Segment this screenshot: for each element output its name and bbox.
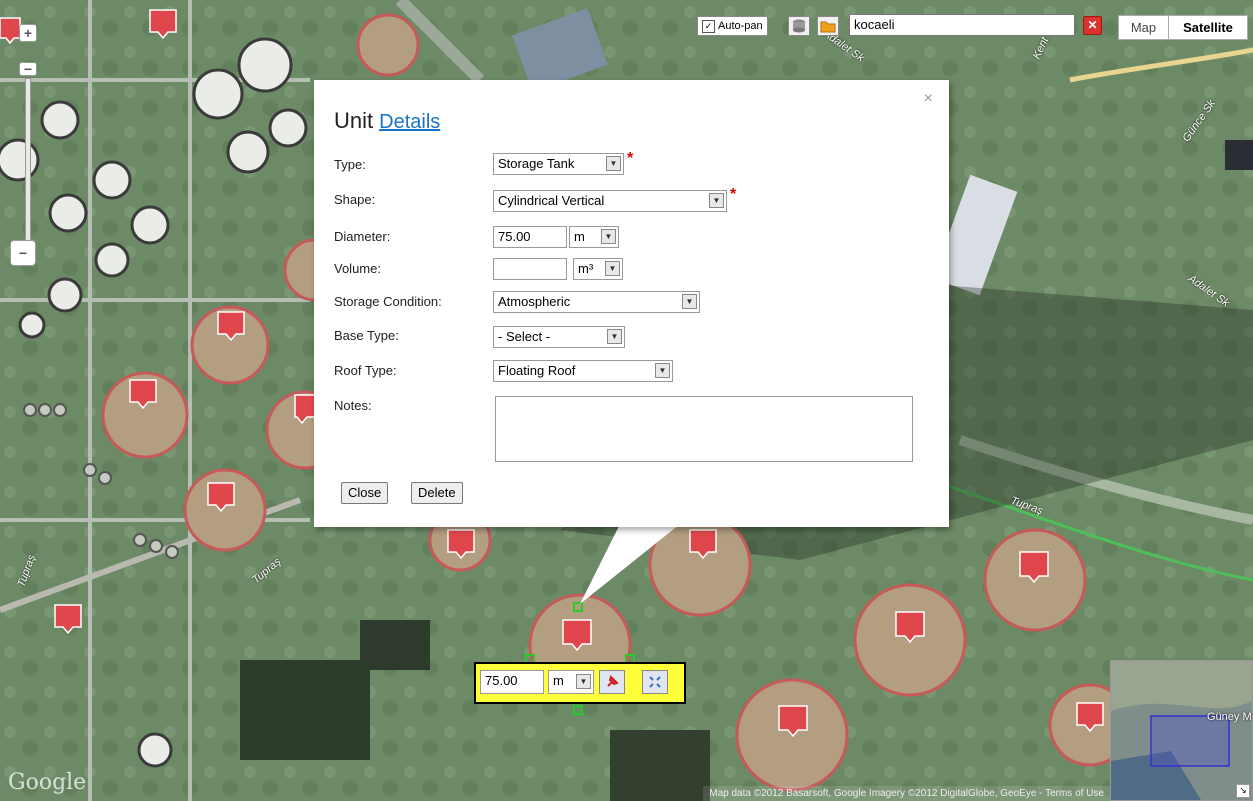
autopan-checkbox[interactable]: ✓: [702, 19, 715, 33]
collapse-button[interactable]: [642, 670, 668, 694]
measurement-toolbar: 75.00 m ▼: [474, 662, 686, 704]
dialog-title: Unit Details: [334, 108, 440, 134]
chevron-down-icon: ▼: [655, 363, 670, 378]
map-attribution[interactable]: Map data ©2012 Basarsoft, Google Imagery…: [703, 786, 1110, 801]
database-icon: [793, 19, 805, 33]
overview-map[interactable]: Güney M ↘: [1110, 660, 1253, 801]
chevron-down-icon: ▼: [607, 329, 622, 344]
zoom-slider[interactable]: [25, 78, 31, 258]
street-label: Güney M: [1207, 711, 1252, 723]
close-icon[interactable]: ×: [924, 90, 933, 108]
zoom-out-small-button[interactable]: −: [19, 62, 37, 76]
base-type-value: - Select -: [498, 329, 551, 344]
map-type-map-button[interactable]: Map: [1118, 15, 1169, 40]
unit-details-dialog: × Unit Details Type: Storage Tank ▼ * Sha…: [314, 80, 949, 527]
delete-button[interactable]: Delete: [411, 482, 463, 504]
measure-unit-select[interactable]: m ▼: [548, 670, 594, 694]
type-select[interactable]: Storage Tank ▼: [493, 153, 624, 175]
pin-button[interactable]: [599, 670, 625, 694]
required-marker: *: [627, 150, 634, 167]
chevron-down-icon: ▼: [682, 294, 697, 309]
map-type-satellite-button[interactable]: Satellite: [1168, 15, 1248, 40]
collapse-overview-icon[interactable]: ↘: [1236, 784, 1250, 798]
base-type-label: Base Type:: [334, 328, 399, 343]
volume-label: Volume:: [334, 261, 381, 276]
folder-icon: [820, 21, 836, 33]
satellite-map[interactable]: Adalet Sk Kent Sk Günce Sk Adalet Sk Tup…: [0, 0, 1253, 801]
collapse-icon: [649, 676, 661, 688]
storage-condition-label: Storage Condition:: [334, 294, 442, 309]
volume-unit-select[interactable]: m³ ▼: [573, 258, 623, 280]
shape-label: Shape:: [334, 192, 376, 207]
shape-select-value: Cylindrical Vertical: [498, 193, 605, 208]
chevron-down-icon: ▼: [576, 674, 591, 689]
roof-type-select[interactable]: Floating Roof ▼: [493, 360, 673, 382]
type-label: Type:: [334, 157, 366, 172]
notes-label: Notes:: [334, 398, 372, 413]
notes-textarea[interactable]: [495, 396, 913, 462]
location-search-input[interactable]: kocaeli: [849, 14, 1075, 36]
zoom-slider-handle[interactable]: −: [10, 240, 36, 266]
clear-search-button[interactable]: ✕: [1083, 16, 1102, 35]
pin-icon: [607, 675, 619, 687]
infowindow-pointer: [580, 524, 680, 604]
roof-type-value: Floating Roof: [498, 363, 576, 378]
diameter-unit-value: m: [574, 229, 585, 244]
shape-select[interactable]: Cylindrical Vertical ▼: [493, 190, 727, 212]
google-logo: Google: [8, 770, 87, 795]
chevron-down-icon: ▼: [605, 261, 620, 276]
open-folder-button[interactable]: [817, 16, 839, 36]
volume-input[interactable]: [493, 258, 567, 280]
diameter-unit-select[interactable]: m ▼: [569, 226, 619, 248]
dialog-title-text: Unit: [334, 108, 374, 133]
diameter-input[interactable]: 75.00: [493, 226, 567, 248]
zoom-in-button[interactable]: +: [19, 24, 37, 42]
volume-unit-value: m³: [578, 261, 594, 276]
diameter-label: Diameter:: [334, 229, 391, 244]
chevron-down-icon: ▼: [601, 229, 616, 244]
chevron-down-icon: ▼: [606, 156, 621, 171]
close-button[interactable]: Close: [341, 482, 389, 504]
overview-imagery: [1111, 661, 1252, 800]
measure-unit-value: m: [553, 673, 564, 688]
autopan-toggle[interactable]: ✓ Auto-pan: [697, 16, 768, 36]
autopan-label: Auto-pan: [718, 20, 763, 32]
base-type-select[interactable]: - Select - ▼: [493, 326, 625, 348]
roof-type-label: Roof Type:: [334, 363, 397, 378]
required-marker: *: [730, 186, 737, 203]
storage-condition-value: Atmospheric: [498, 294, 571, 309]
measure-value-input[interactable]: 75.00: [480, 670, 544, 694]
type-select-value: Storage Tank: [498, 156, 575, 171]
details-link[interactable]: Details: [379, 111, 440, 133]
layers-button[interactable]: [788, 16, 810, 36]
storage-condition-select[interactable]: Atmospheric ▼: [493, 291, 700, 313]
chevron-down-icon: ▼: [709, 193, 724, 208]
